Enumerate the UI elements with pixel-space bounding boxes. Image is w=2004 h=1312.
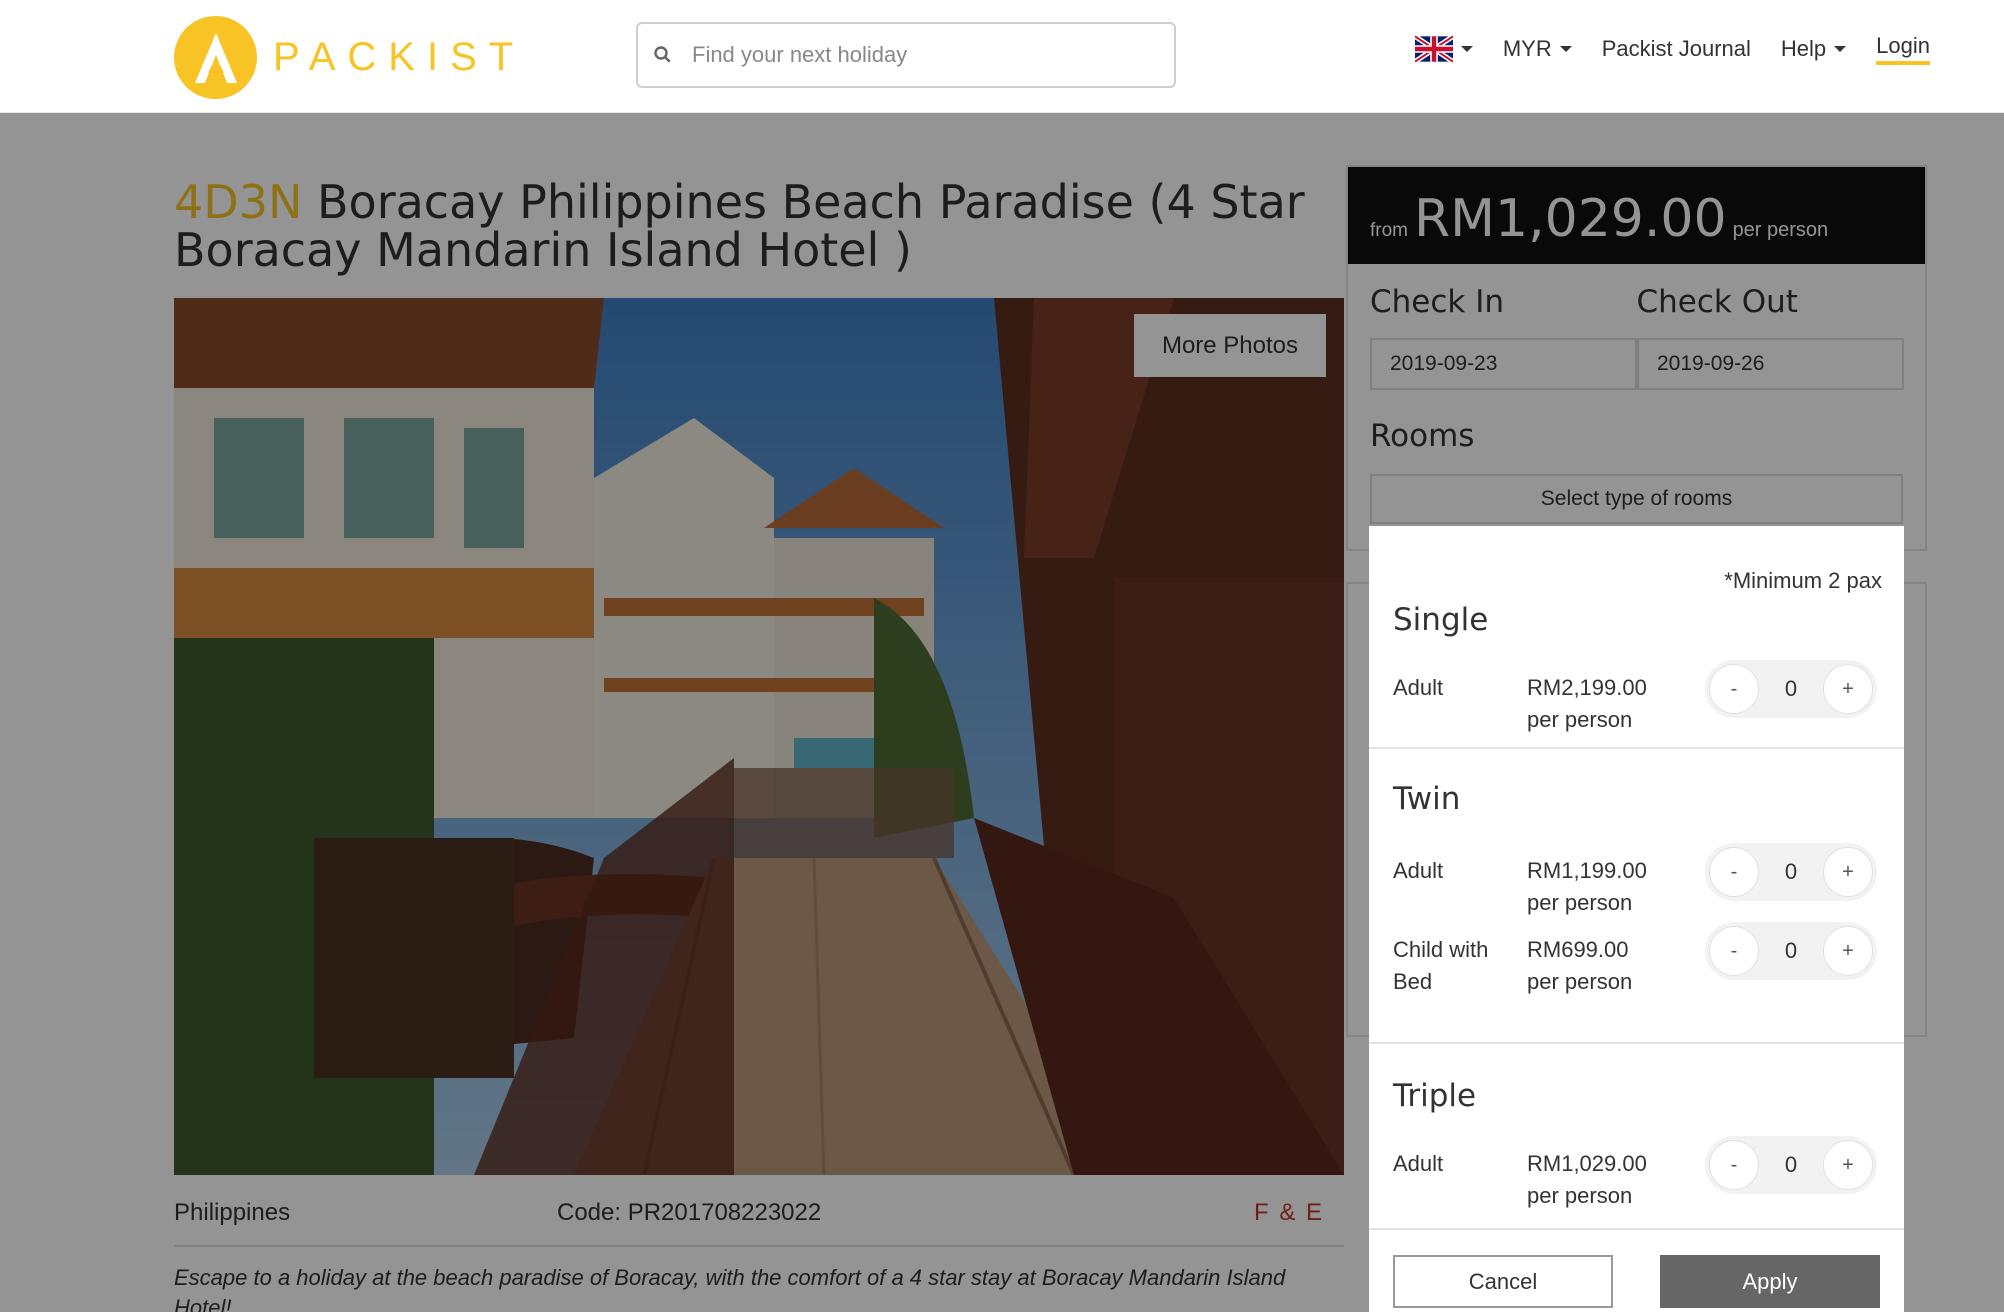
decrement-button[interactable]: - (1709, 847, 1759, 897)
chevron-down-icon (1559, 46, 1572, 52)
journal-label: Packist Journal (1601, 36, 1751, 61)
site-header: PACKIST MYR Packist Journal Hel (0, 0, 2004, 113)
currency-dropdown[interactable]: MYR (1503, 36, 1572, 62)
increment-button[interactable]: + (1823, 926, 1873, 976)
room-group-title: Single (1393, 602, 1489, 638)
quantity-value[interactable]: 0 (1766, 1152, 1816, 1178)
packist-logo[interactable]: PACKIST (174, 16, 525, 99)
quantity-value[interactable]: 0 (1766, 938, 1816, 964)
pax-label: Adult (1393, 675, 1444, 700)
apply-button[interactable]: Apply (1660, 1255, 1880, 1308)
pax-label: Adult (1393, 1151, 1444, 1176)
pax-price: RM1,029.00 per person (1527, 1151, 1647, 1208)
quantity-value[interactable]: 0 (1766, 676, 1816, 702)
help-dropdown[interactable]: Help (1780, 36, 1847, 62)
journal-link[interactable]: Packist Journal (1602, 36, 1751, 62)
room-group-triple: Triple Adult RM1,029.00 per person - 0 + (1369, 1044, 1904, 1230)
increment-button[interactable]: + (1823, 1140, 1873, 1190)
decrement-button[interactable]: - (1709, 664, 1759, 714)
increment-button[interactable]: + (1823, 847, 1873, 897)
uk-flag-icon (1414, 35, 1453, 63)
currency-label: MYR (1502, 36, 1552, 61)
search-icon (654, 46, 671, 63)
cancel-button[interactable]: Cancel (1393, 1255, 1613, 1308)
room-group-title: Twin (1393, 781, 1461, 817)
chevron-down-icon (1834, 46, 1847, 52)
decrement-button[interactable]: - (1709, 926, 1759, 976)
quantity-stepper: - 0 + (1705, 922, 1877, 980)
quantity-value[interactable]: 0 (1766, 859, 1816, 885)
decrement-button[interactable]: - (1709, 1140, 1759, 1190)
top-nav: MYR Packist Journal Help Login (1385, 33, 1930, 65)
room-group-title: Triple (1393, 1078, 1477, 1114)
quantity-stepper: - 0 + (1705, 843, 1877, 901)
increment-button[interactable]: + (1823, 664, 1873, 714)
pax-price: RM1,199.00 per person (1527, 858, 1647, 915)
pax-price: RM2,199.00 per person (1527, 675, 1647, 732)
room-group-twin: Twin Adult RM1,199.00 per person - 0 + Ch… (1369, 749, 1904, 1044)
login-link[interactable]: Login (1876, 33, 1930, 65)
language-dropdown[interactable] (1414, 35, 1473, 63)
pax-label: Child with Bed (1393, 937, 1489, 994)
pax-label: Adult (1393, 858, 1444, 883)
logo-wordmark: PACKIST (273, 35, 526, 79)
packist-logo-icon (174, 16, 257, 99)
login-label: Login (1876, 33, 1930, 65)
dropdown-actions: Cancel Apply (1369, 1255, 1904, 1312)
quantity-stepper: - 0 + (1705, 660, 1877, 718)
search-box[interactable] (636, 22, 1176, 88)
room-group-single: Single Adult RM2,199.00 per person - 0 + (1369, 526, 1904, 749)
quantity-stepper: - 0 + (1705, 1136, 1877, 1194)
search-input[interactable] (692, 42, 1152, 68)
pax-price: RM699.00 per person (1527, 937, 1633, 994)
room-type-dropdown: *Minimum 2 pax Single Adult RM2,199.00 pe… (1369, 526, 1904, 1312)
chevron-down-icon (1460, 46, 1473, 52)
help-label: Help (1780, 36, 1827, 61)
